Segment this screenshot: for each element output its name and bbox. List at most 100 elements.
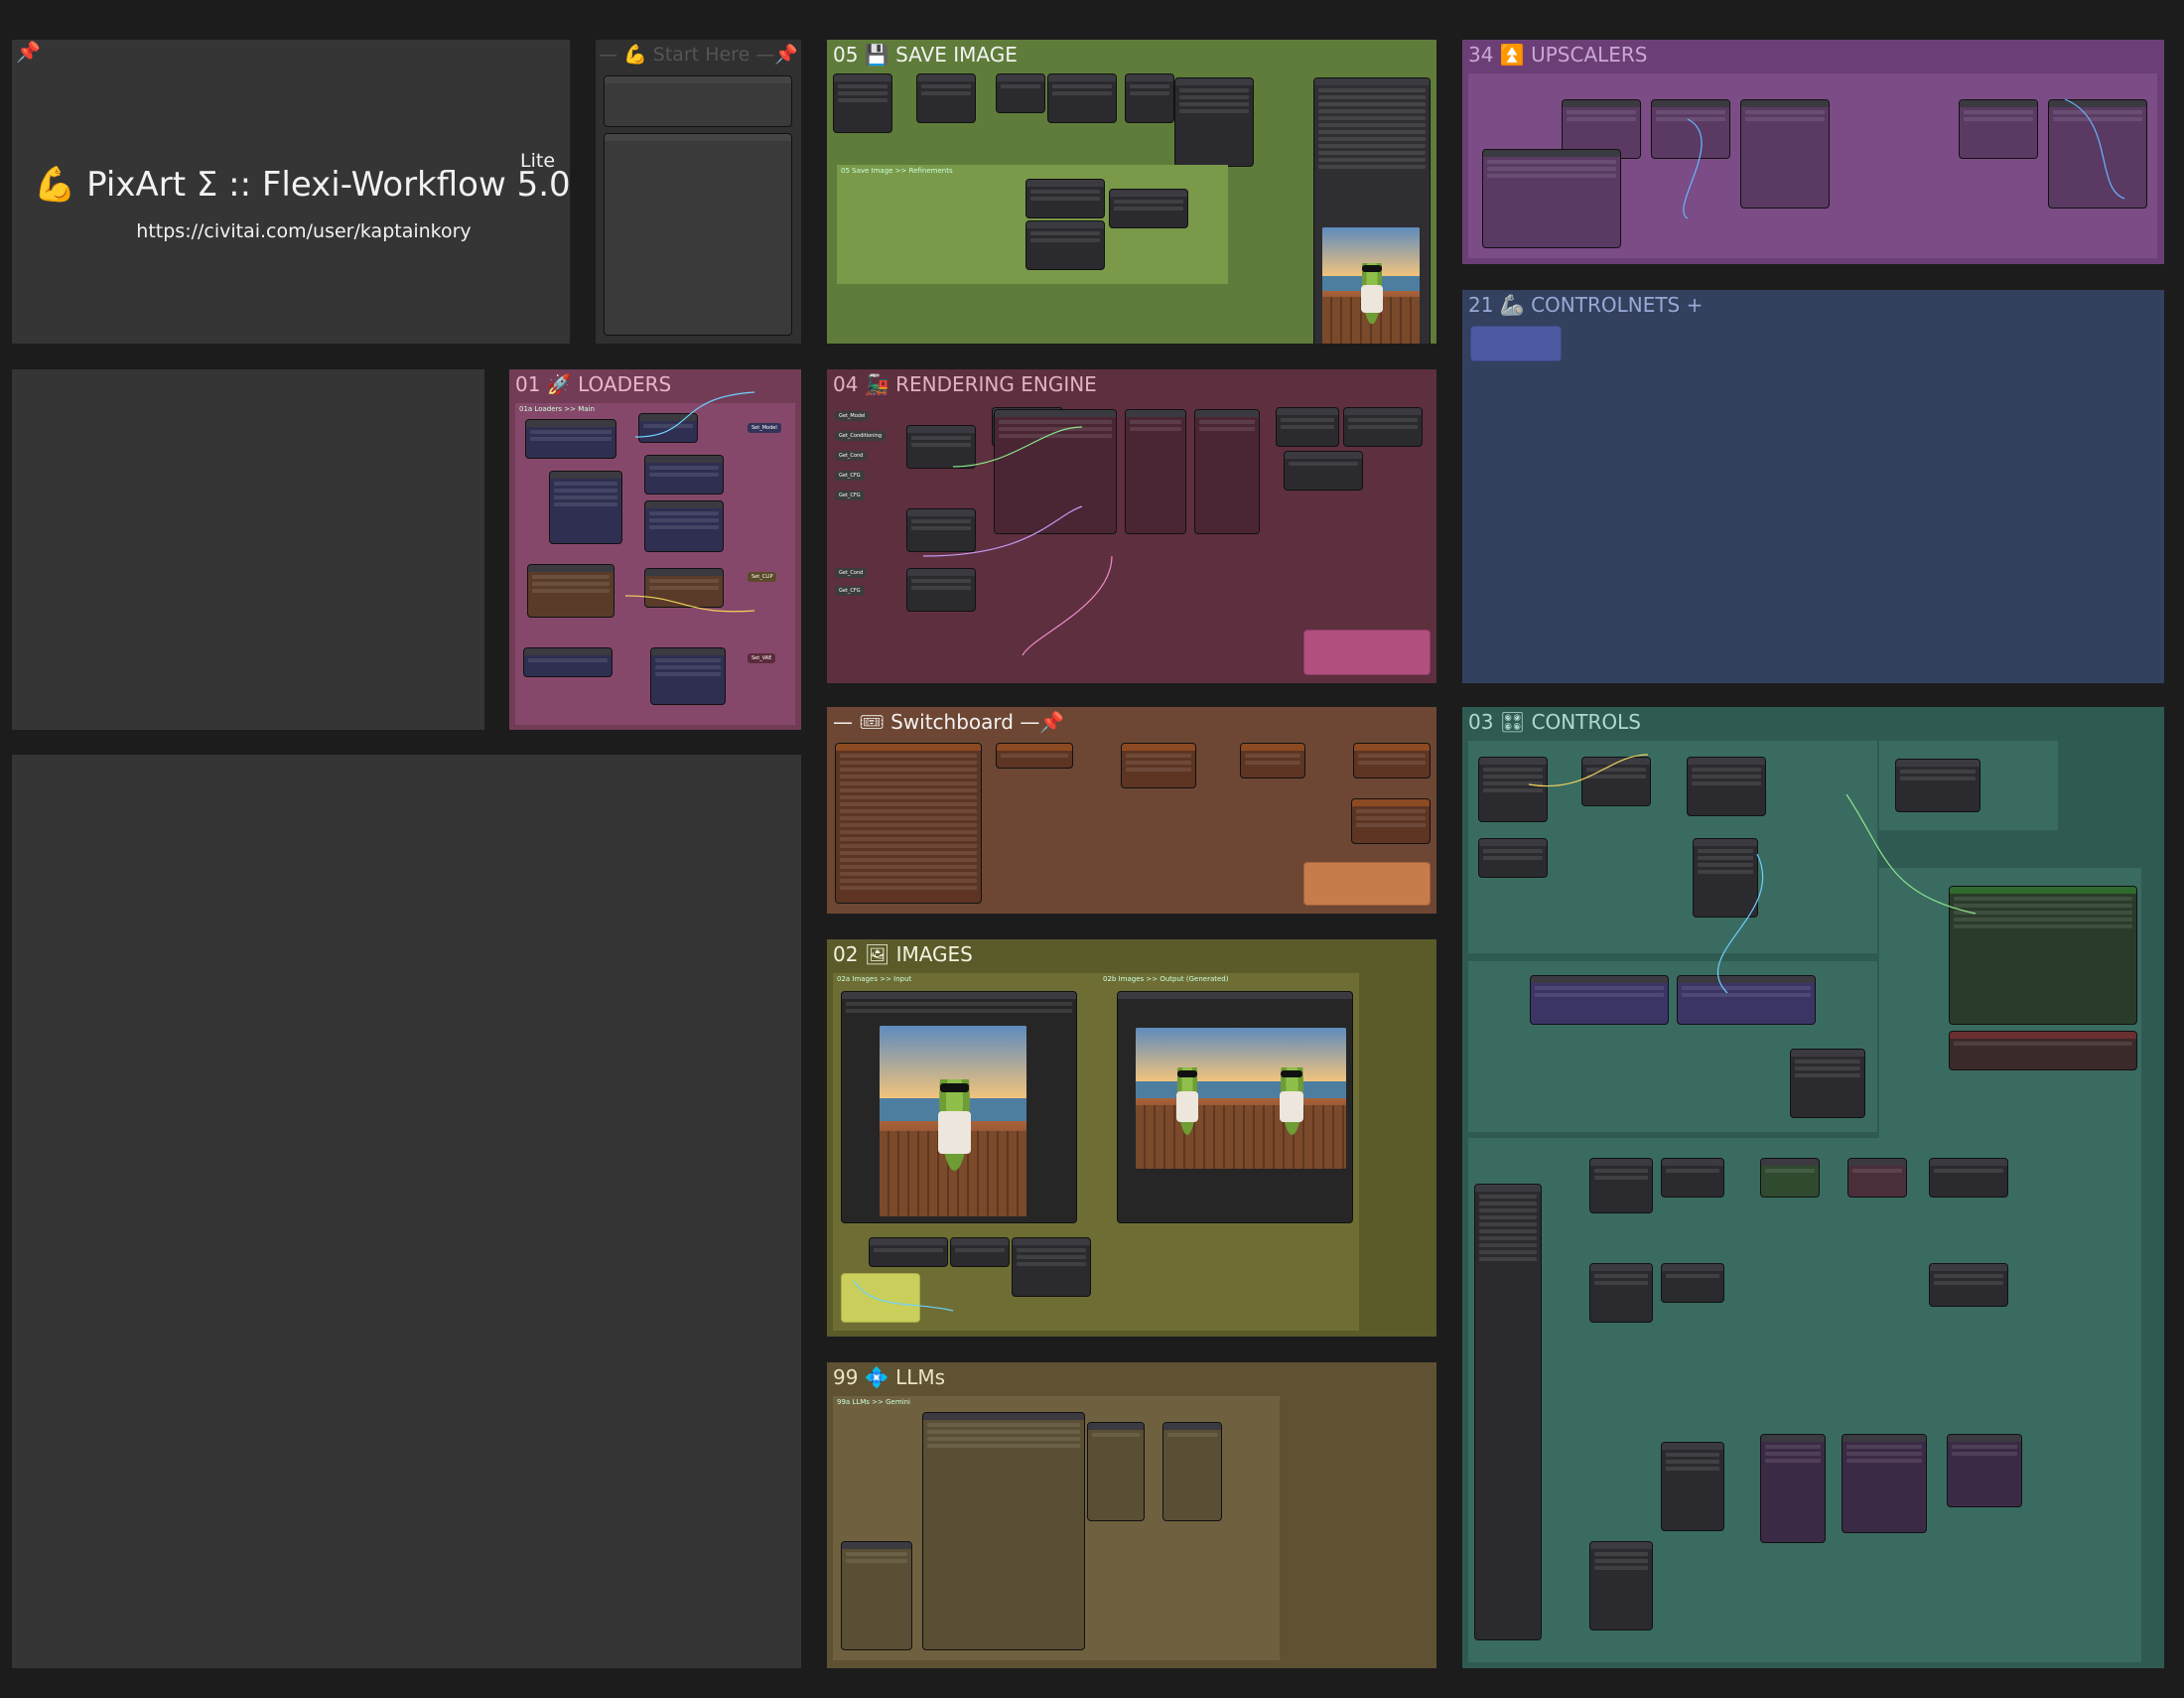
note-node[interactable] <box>604 75 792 127</box>
get-model-chip[interactable]: Get_Model <box>835 411 870 421</box>
get-cfg-chip[interactable]: Get_CFG <box>835 586 865 596</box>
get-cond-chip[interactable]: Get_Cond <box>835 451 868 461</box>
lora-loader-node[interactable] <box>1677 975 1816 1025</box>
switch-node[interactable] <box>996 743 1073 769</box>
scheduler-node[interactable] <box>1589 1263 1653 1323</box>
image-info-node[interactable] <box>1012 1237 1091 1297</box>
cfg-node[interactable] <box>1760 1158 1820 1198</box>
set-vae-chip[interactable]: Set_VAE <box>748 653 776 663</box>
detail-node[interactable] <box>1589 1158 1653 1213</box>
reroute-node[interactable] <box>996 73 1045 113</box>
sampler-custom-advanced-node[interactable] <box>994 409 1117 534</box>
latent-node[interactable] <box>1947 1434 2022 1507</box>
upscale-node[interactable] <box>1740 99 1830 209</box>
sampler-node[interactable] <box>1929 1263 2008 1307</box>
get-cfg-chip[interactable]: Get_CFG <box>835 491 865 500</box>
sampler-custom-advanced-node[interactable] <box>1194 409 1260 534</box>
lora-loader-node[interactable] <box>1530 975 1669 1025</box>
negative-prompt-node[interactable] <box>1949 1031 2137 1070</box>
latent-node[interactable] <box>1760 1434 1826 1543</box>
get-cond-chip[interactable]: Get_Cond <box>835 568 868 578</box>
detail-daemon-node[interactable] <box>1589 1541 1653 1630</box>
get-conditioning-chip[interactable]: Get_Conditioning <box>835 431 887 441</box>
upscale-node[interactable] <box>1651 99 1730 159</box>
save-image-node[interactable] <box>833 73 892 133</box>
fast-groups-muter-node[interactable] <box>835 743 982 904</box>
detail-daemon-node[interactable] <box>1661 1442 1724 1531</box>
group-label: LOADERS <box>578 372 672 396</box>
llm-text-node[interactable] <box>1162 1422 1222 1521</box>
switch-node[interactable] <box>1240 743 1305 778</box>
rocket-icon: 🚀 <box>546 372 572 396</box>
resolution-node[interactable] <box>1478 757 1548 822</box>
group-number: 99 <box>833 1365 859 1389</box>
image-blend-node[interactable] <box>1025 220 1105 270</box>
torch-compile-node[interactable] <box>650 647 726 705</box>
switch-node[interactable] <box>1353 743 1431 778</box>
latent-node[interactable] <box>1581 757 1651 806</box>
checkpoint-loader-node[interactable] <box>525 419 616 459</box>
image-switch-node[interactable] <box>950 1237 1010 1267</box>
detail-node[interactable] <box>1661 1158 1724 1198</box>
seed-node[interactable] <box>1478 838 1548 878</box>
noise-node[interactable] <box>906 508 976 552</box>
author-url[interactable]: https://civitai.com/user/kaptainkory <box>0 220 608 242</box>
load-image-node[interactable] <box>841 991 1077 1223</box>
model-switch-node[interactable] <box>1790 1049 1865 1118</box>
switch-node[interactable] <box>1121 743 1196 788</box>
llm-text-node[interactable] <box>841 1541 912 1650</box>
floppy-disk-icon: 💾 <box>864 43 889 67</box>
empty-group-left-bottom <box>12 755 801 1668</box>
guidance-node[interactable] <box>906 425 976 469</box>
note-node[interactable] <box>1303 862 1431 906</box>
sampler-custom-advanced-node[interactable] <box>1125 409 1186 534</box>
latent-node[interactable] <box>1842 1434 1927 1533</box>
note-node[interactable] <box>1303 630 1431 675</box>
controlnet-note-node[interactable] <box>1470 326 1562 361</box>
latent-switch-node[interactable] <box>1687 757 1766 816</box>
note-node[interactable] <box>841 1273 920 1323</box>
vae-decode-node[interactable] <box>1276 407 1339 447</box>
sampler-select-node[interactable] <box>1929 1158 2008 1198</box>
set-model-chip[interactable]: Set_Model <box>748 423 781 433</box>
scheduler-node[interactable] <box>1661 1263 1724 1303</box>
get-cfg-chip[interactable]: Get_CFG <box>835 471 865 481</box>
tome-node[interactable] <box>644 500 724 552</box>
loaders-title: 01 🚀 LOADERS <box>509 369 801 399</box>
gemini-node[interactable] <box>922 1412 1085 1650</box>
latent-upscale-node[interactable] <box>1693 838 1758 918</box>
cfg-node[interactable] <box>1847 1158 1907 1198</box>
controls-title: 03 🎛 CONTROLS <box>1462 707 2164 737</box>
conditioning-node[interactable] <box>1895 759 1980 812</box>
image-saver-node[interactable] <box>916 73 976 123</box>
upscale-node[interactable] <box>1482 149 1621 248</box>
image-preview-node[interactable] <box>1047 73 1117 123</box>
vram-clear-node[interactable] <box>1125 73 1174 123</box>
vram-cleanup-node[interactable] <box>1284 451 1363 491</box>
image-preview-node[interactable] <box>1343 407 1423 447</box>
upscale-node[interactable] <box>2048 99 2147 209</box>
set-clip-chip[interactable]: Set_CLIP <box>748 572 777 582</box>
model-sampling-node[interactable] <box>549 471 622 544</box>
image-save-node[interactable] <box>1174 77 1254 167</box>
positive-prompt-node[interactable] <box>1949 886 2137 1025</box>
loaders-group: 01 🚀 LOADERS 01a Loaders >> Main Set_Mod… <box>509 369 801 730</box>
clip-loader-node[interactable] <box>527 564 614 618</box>
details-node[interactable] <box>1474 1184 1542 1640</box>
diffusion-node[interactable] <box>638 413 698 443</box>
image-saver-node[interactable] <box>1313 77 1431 344</box>
image-sharpen-node[interactable] <box>1025 179 1105 218</box>
upscale-node[interactable] <box>1959 99 2038 159</box>
image-resize-node[interactable] <box>869 1237 948 1267</box>
vae-loader-node[interactable] <box>523 647 613 677</box>
image-filter-node[interactable] <box>1109 189 1188 228</box>
pag-node[interactable] <box>644 455 724 495</box>
title-line: 💪 PixArt Σ :: Flexi-Workflow 5.0 <box>34 165 571 205</box>
llm-text-node[interactable] <box>1087 1422 1145 1521</box>
group-label: RENDERING ENGINE <box>895 372 1097 396</box>
conditioning-node[interactable] <box>906 568 976 612</box>
switch-node[interactable] <box>1351 798 1431 844</box>
note-node[interactable] <box>604 133 792 336</box>
preview-image-node[interactable] <box>1117 991 1353 1223</box>
clip-set-layer-node[interactable] <box>644 568 724 608</box>
